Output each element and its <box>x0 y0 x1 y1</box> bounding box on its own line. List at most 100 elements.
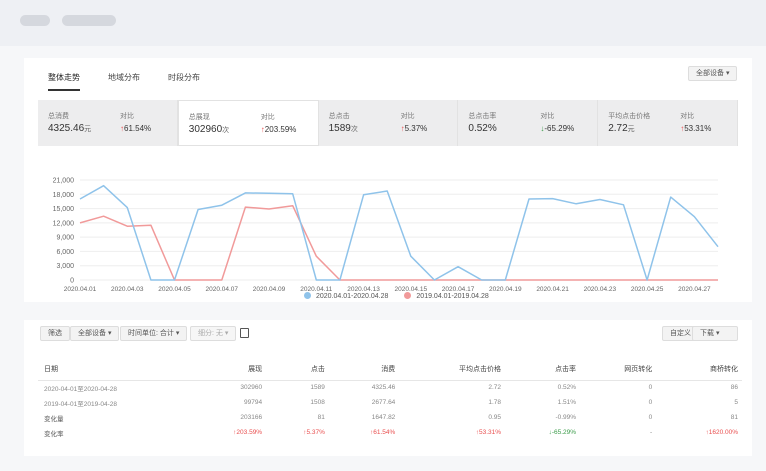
compare-label: 对比 <box>120 113 134 120</box>
col-ctr[interactable]: 点击率 <box>505 358 581 381</box>
metric-card[interactable]: 总展现 302960次 对比 ↑203.59% <box>177 100 319 146</box>
y-tick-label: 18,000 <box>53 192 75 199</box>
col-web-conversion[interactable]: 网页转化 <box>580 358 657 381</box>
nav-placeholder[interactable] <box>62 15 116 26</box>
table-cell: 81 <box>317 414 325 421</box>
table-cell: - <box>650 429 653 436</box>
device-dropdown-label: 全部设备 <box>696 70 724 77</box>
x-tick-label: 2020.04.03 <box>111 286 144 293</box>
legend-item-previous[interactable]: 2019.04.01-2019.04.28 <box>404 292 489 300</box>
table-cell: 1508 <box>310 399 325 406</box>
metric-card[interactable]: 总消费 4325.46元 对比 ↑61.54% <box>38 100 178 146</box>
detail-panel: 筛选 全部设备 ▾ 时间单位: 合计 ▾ 细分: 无 ▾ 自定义 下载 ▾ 日期… <box>24 320 752 456</box>
compare-label: 对比 <box>680 113 695 120</box>
table-cell: 99794 <box>244 399 263 406</box>
metric-cards: 总消费 4325.46元 对比 ↑61.54% 总展现 302960次 对比 ↑… <box>38 100 738 146</box>
metric-value: 1589次 <box>328 123 358 134</box>
tab-bar: 整体走势 地域分布 时段分布 <box>48 72 228 91</box>
chevron-down-icon: ▾ <box>715 330 720 337</box>
table-cell: 203166 <box>240 414 263 421</box>
table-cell: 0 <box>648 384 653 392</box>
col-bridge-conversion[interactable]: 商桥转化 <box>656 358 742 381</box>
export-file-icon[interactable] <box>240 328 249 338</box>
table-cell: 0 <box>648 414 653 421</box>
metric-change: ↓-65.29% <box>540 124 575 133</box>
metric-label: 总消费 <box>48 113 69 120</box>
table-row: 2020-04-01至2020-04-28 302960 1589 4325.4… <box>38 380 742 395</box>
table-cell: 1.78 <box>488 399 502 406</box>
metric-label: 总点击率 <box>468 113 497 120</box>
table-cell: 变化率 <box>44 430 64 438</box>
data-table: 日期 展现 点击 消费 平均点击价格 点击率 网页转化 商桥转化 2020-04… <box>38 358 742 440</box>
table-cell: ↑203.59% <box>233 429 263 436</box>
metric-change: ↑5.37% <box>400 124 428 133</box>
compare-label: 对比 <box>540 113 555 120</box>
table-cell: 2.72 <box>488 384 502 392</box>
y-tick-label: 0 <box>70 278 74 285</box>
metric-value: 0.52% <box>468 123 497 134</box>
table-cell: 2677.64 <box>371 399 396 406</box>
nav-placeholder[interactable] <box>20 15 50 26</box>
table-cell: ↓-65.29% <box>548 429 577 436</box>
chart-legend: 2020.04.01-2020.04.28 2019.04.01-2019.04… <box>304 292 489 300</box>
metric-change: ↑53.31% <box>680 124 712 133</box>
col-avg-cpc[interactable]: 平均点击价格 <box>399 358 506 381</box>
table-cell: 变化量 <box>44 415 64 423</box>
legend-item-current[interactable]: 2020.04.01-2020.04.28 <box>304 292 388 300</box>
table-cell: 0 <box>648 399 653 406</box>
table-cell: ↑61.54% <box>370 429 396 436</box>
metric-change: ↑203.59% <box>260 125 297 134</box>
x-tick-label: 2020.04.09 <box>253 286 286 293</box>
y-tick-label: 21,000 <box>53 178 75 185</box>
table-cell: 0.95 <box>488 414 502 421</box>
top-bar <box>0 0 766 46</box>
metric-value: 302960次 <box>188 124 230 135</box>
chevron-down-icon: ▾ <box>107 330 112 337</box>
table-cell: 2019-04-01至2019-04-28 <box>44 400 117 408</box>
y-tick-label: 3,000 <box>56 263 74 270</box>
metric-card[interactable]: 平均点击价格 2.72元 对比 ↑53.31% <box>598 100 738 146</box>
table-header: 日期 展现 点击 消费 平均点击价格 点击率 网页转化 商桥转化 <box>38 358 742 381</box>
y-tick-label: 6,000 <box>56 249 74 256</box>
x-tick-label: 2020.04.21 <box>536 286 569 293</box>
table-cell: -0.99% <box>555 414 577 421</box>
table-cell: 5 <box>734 399 738 406</box>
table-cell: 86 <box>730 384 738 392</box>
chevron-down-icon: ▾ <box>175 330 180 337</box>
table-row: 变化量 203166 81 1647.82 0.95 -0.99% 0 81 <box>38 410 742 425</box>
chevron-down-icon: ▾ <box>725 70 730 77</box>
tab-overall-trend[interactable]: 整体走势 <box>48 72 80 91</box>
table-row: 变化率 ↑203.59% ↑5.37% ↑61.54% ↑53.31% ↓-65… <box>38 425 742 440</box>
device-select[interactable]: 全部设备 ▾ <box>70 326 120 341</box>
tab-time-period[interactable]: 时段分布 <box>168 72 200 91</box>
col-impressions[interactable]: 展现 <box>188 358 267 381</box>
metric-label: 平均点击价格 <box>608 113 651 120</box>
download-button[interactable]: 下载 ▾ <box>692 326 738 341</box>
col-clicks[interactable]: 点击 <box>266 358 329 381</box>
table-cell: 81 <box>730 414 738 421</box>
tab-region[interactable]: 地域分布 <box>108 72 140 91</box>
metric-value: 2.72元 <box>608 123 635 134</box>
table-cell: 1589 <box>310 384 325 392</box>
x-tick-label: 2020.04.23 <box>584 286 617 293</box>
time-unit-select[interactable]: 时间单位: 合计 ▾ <box>120 326 188 341</box>
metric-value: 4325.46元 <box>48 123 92 134</box>
metric-card[interactable]: 总点击 1589次 对比 ↑5.37% <box>318 100 459 146</box>
x-tick-label: 2020.04.27 <box>678 286 711 293</box>
table-row: 2019-04-01至2019-04-28 99794 1508 2677.64… <box>38 395 742 410</box>
table-cell: 0.52% <box>557 384 577 392</box>
col-spend[interactable]: 消费 <box>328 358 400 381</box>
x-tick-label: 2020.04.19 <box>489 286 522 293</box>
table-cell: ↑1620.00% <box>705 429 738 436</box>
metric-card[interactable]: 总点击率 0.52% 对比 ↓-65.29% <box>458 100 599 146</box>
metric-label: 总点击 <box>328 113 350 120</box>
series-line[interactable] <box>79 204 718 281</box>
y-tick-label: 9,000 <box>56 235 74 242</box>
device-dropdown[interactable]: 全部设备 ▾ <box>688 66 738 81</box>
legend-dot-icon <box>404 292 412 299</box>
filter-button[interactable]: 筛选 <box>40 326 70 341</box>
y-tick-label: 12,000 <box>53 220 75 227</box>
compare-label: 对比 <box>400 113 415 120</box>
col-date[interactable]: 日期 <box>38 358 188 381</box>
x-tick-label: 2020.04.05 <box>158 286 191 293</box>
